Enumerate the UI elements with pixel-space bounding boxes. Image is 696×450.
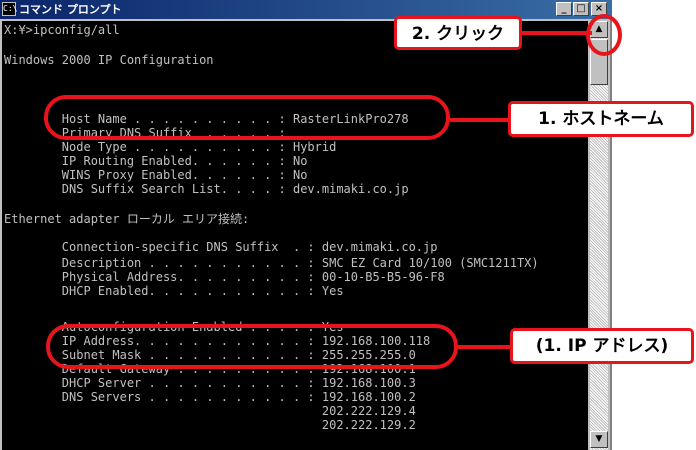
close-button-circle xyxy=(586,14,622,56)
console-line: Description . . . . . . . . . . . : SMC … xyxy=(4,256,539,270)
vertical-scrollbar[interactable]: ▲ ▼ xyxy=(590,21,608,450)
console-line: DNS Suffix Search List. . . . : dev.mima… xyxy=(4,182,409,196)
console-output[interactable]: X:¥>ipconfig/all Windows 2000 IP Configu… xyxy=(2,21,588,450)
console-line: Ethernet adapter ローカル エリア接続: xyxy=(4,212,250,226)
console-line: 202.222.129.4 xyxy=(4,404,416,418)
ip-address-callout: (1. IP アドレス) xyxy=(510,328,694,364)
click-leader-line xyxy=(522,31,592,35)
console-line: DNS Servers . . . . . . . . . . . : 192.… xyxy=(4,390,416,404)
click-callout: 2. クリック xyxy=(394,16,522,50)
title-bar[interactable]: C:\ コマンド プロンプト _ □ × xyxy=(0,0,612,19)
command-prompt-window: C:\ コマンド プロンプト _ □ × X:¥>ipconfig/all Wi… xyxy=(0,0,612,450)
console-line: WINS Proxy Enabled. . . . . . : No xyxy=(4,168,308,182)
console-line: IP Routing Enabled. . . . . . : No xyxy=(4,154,308,168)
scroll-down-icon[interactable]: ▼ xyxy=(590,431,608,448)
cmd-icon: C:\ xyxy=(2,2,17,16)
console-line: 202.222.129.2 xyxy=(4,418,416,432)
console-line: Node Type . . . . . . . . . . : Hybrid xyxy=(4,140,337,154)
ip-leader-line xyxy=(458,345,510,349)
console-line: DHCP Server . . . . . . . . . . . : 192.… xyxy=(4,376,416,390)
console-line: X:¥>ipconfig/all xyxy=(4,23,120,37)
window-title: コマンド プロンプト xyxy=(19,3,122,16)
hostname-leader-line xyxy=(450,118,510,122)
console-line: Connection-specific DNS Suffix . : dev.m… xyxy=(4,240,438,254)
console-line: Windows 2000 IP Configuration xyxy=(4,53,214,67)
minimize-button[interactable]: _ xyxy=(556,2,572,16)
hostname-callout: 1. ホストネーム xyxy=(508,101,694,137)
console-line: Physical Address. . . . . . . . . : 00-1… xyxy=(4,270,445,284)
console-line: DHCP Enabled. . . . . . . . . . . : Yes xyxy=(4,284,344,298)
ip-address-highlight xyxy=(46,324,458,369)
maximize-button[interactable]: □ xyxy=(573,2,589,16)
hostname-highlight xyxy=(44,95,450,140)
